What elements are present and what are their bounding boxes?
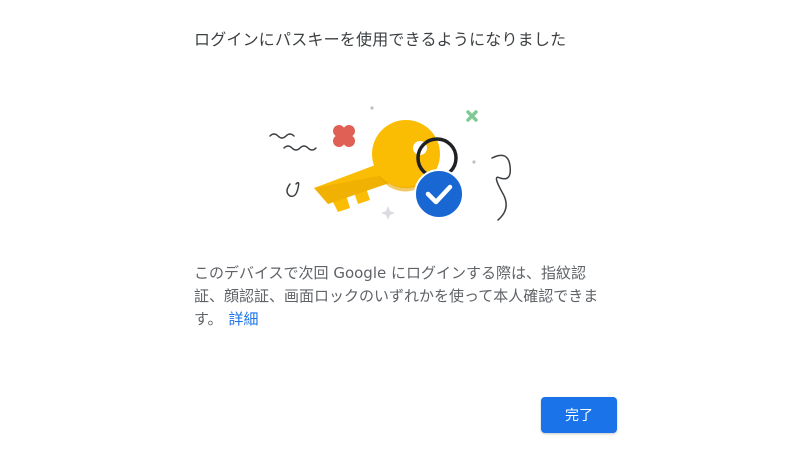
dialog-body: このデバイスで次回 Google にログインする際は、指紋認証、顔認証、画面ロッ… <box>194 262 606 331</box>
passkey-key-icon <box>269 106 512 221</box>
learn-more-link[interactable]: 詳細 <box>229 310 259 328</box>
passkey-dialog: ログインにパスキーを使用できるようになりました このデバイスで次回 Google… <box>0 0 800 450</box>
dialog-title: ログインにパスキーを使用できるようになりました <box>194 30 567 49</box>
passkey-illustration <box>262 96 542 236</box>
done-button[interactable]: 完了 <box>541 397 617 433</box>
